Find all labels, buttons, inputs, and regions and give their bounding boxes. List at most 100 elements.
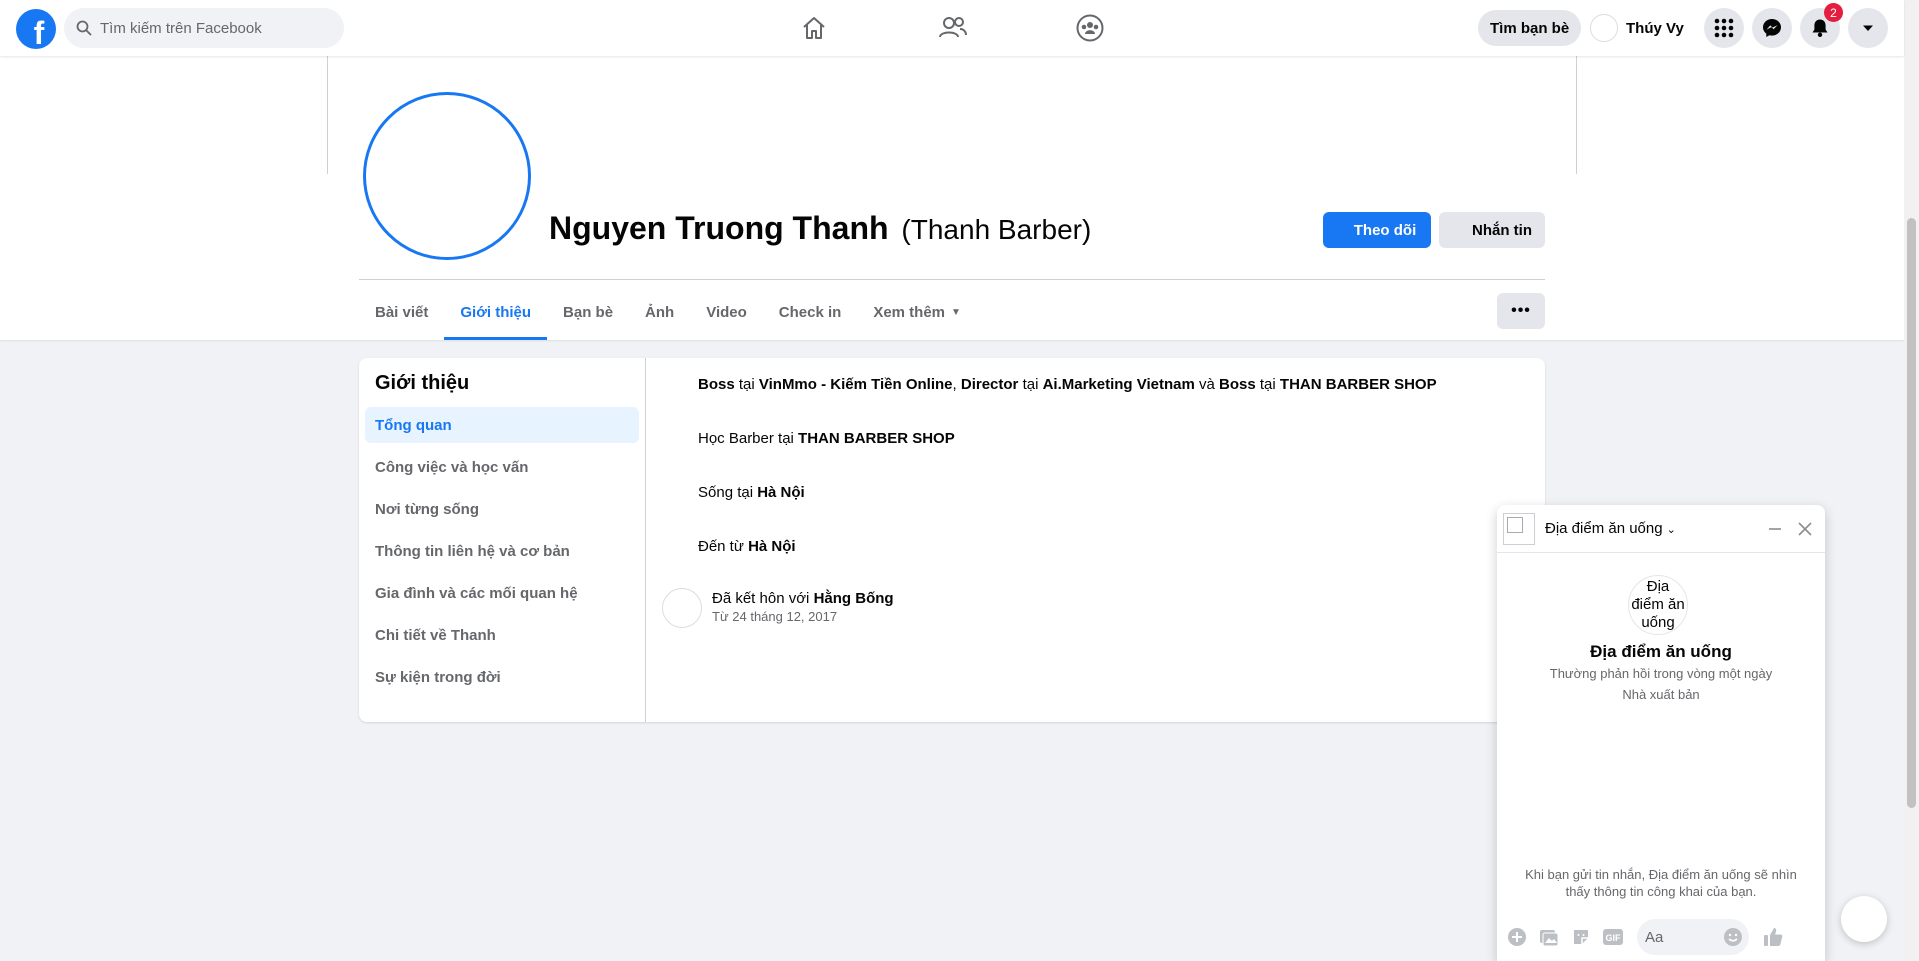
notification-badge: 2: [1824, 3, 1843, 22]
follow-button[interactable]: Theo dõi: [1323, 212, 1431, 248]
about-title: Giới thiệu: [375, 372, 470, 394]
photo-icon: [1540, 930, 1559, 947]
bell-icon: [1812, 19, 1828, 37]
sidebar-item-contact-info[interactable]: Thông tin liên hệ và cơ bản: [365, 533, 639, 569]
page-scrollbar[interactable]: [1904, 0, 1919, 961]
message-input[interactable]: [1645, 928, 1705, 946]
sticker-button[interactable]: [1569, 925, 1593, 949]
avatar: [1590, 14, 1618, 42]
facebook-logo[interactable]: f: [16, 9, 56, 49]
city-link[interactable]: Hà Nội: [757, 484, 805, 501]
gif-icon: GIF: [1603, 929, 1623, 945]
add-attachment-button[interactable]: [1505, 925, 1529, 949]
about-overview: Boss tại VinMmo - Kiếm Tiền Online, Dire…: [646, 358, 1545, 722]
friends-icon: [939, 17, 967, 38]
home-nav-button[interactable]: [794, 8, 834, 48]
tab-check-ins[interactable]: Check in: [763, 284, 858, 340]
groups-icon: [1076, 14, 1104, 42]
top-navigation-bar: f Tìm bạn bè Thúy Vy 2: [0, 0, 1904, 56]
header-divider: [359, 279, 1545, 280]
minimize-chat-button[interactable]: [1763, 517, 1787, 541]
message-input-box[interactable]: [1637, 919, 1749, 955]
user-profile-chip[interactable]: Thúy Vy: [1590, 10, 1684, 46]
job-title[interactable]: Boss: [698, 376, 735, 393]
about-sidebar: Giới thiệu Tổng quan Công việc và học vấ…: [359, 358, 646, 722]
workplace-link[interactable]: VinMmo - Kiếm Tiền Online: [759, 376, 953, 393]
city-link[interactable]: Hà Nội: [748, 538, 796, 555]
like-button[interactable]: [1761, 925, 1785, 949]
chat-page-name[interactable]: Địa điểm ăn uống: [1497, 642, 1825, 662]
avatar[interactable]: [662, 588, 702, 628]
caret-down-icon: ▼: [951, 306, 961, 318]
avatar[interactable]: [1503, 512, 1535, 545]
new-message-button[interactable]: [1841, 896, 1887, 942]
tab-about[interactable]: Giới thiệu: [444, 284, 547, 340]
cover-photo-border: [327, 56, 328, 174]
chat-composer: GIF: [1497, 913, 1825, 961]
sidebar-item-overview[interactable]: Tổng quan: [365, 407, 639, 443]
privacy-notice: Khi bạn gửi tin nhắn, Địa điểm ăn uống s…: [1525, 867, 1797, 899]
notifications-button[interactable]: 2: [1800, 3, 1843, 48]
profile-name: Nguyen Truong Thanh: [549, 210, 889, 246]
job-title[interactable]: Director: [961, 376, 1019, 393]
tab-videos[interactable]: Video: [690, 284, 763, 340]
profile-tabs: Bài viết Giới thiệu Bạn bè Ảnh Video Che…: [359, 284, 977, 340]
chevron-down-icon: ⌄: [1666, 524, 1676, 536]
menu-button[interactable]: [1704, 8, 1744, 48]
about-card: Giới thiệu Tổng quan Công việc và học vấ…: [359, 358, 1545, 722]
sidebar-item-family-relationships[interactable]: Gia đình và các mối quan hệ: [365, 575, 639, 611]
caret-down-icon: [1863, 25, 1873, 31]
attach-photo-button[interactable]: [1537, 925, 1561, 949]
friends-nav-button[interactable]: [933, 8, 973, 48]
chat-window: Địa điểm ăn uống ⌄ Địa điểm ăn uống Địa đ…: [1497, 505, 1825, 961]
sidebar-item-work-education[interactable]: Công việc và học vấn: [365, 449, 639, 485]
current-city-info: Sống tại Hà Nội: [698, 484, 805, 501]
minimize-icon: [1769, 528, 1781, 530]
page-category-text: Nhà xuất bản: [1622, 687, 1700, 702]
gif-button[interactable]: GIF: [1601, 925, 1625, 949]
plus-circle-icon: [1508, 928, 1526, 946]
sidebar-item-life-events[interactable]: Sự kiện trong đời: [365, 659, 639, 695]
workplace-link[interactable]: THAN BARBER SHOP: [1280, 376, 1437, 393]
profile-alternate-name: (Thanh Barber): [901, 214, 1092, 245]
account-menu-button[interactable]: [1848, 8, 1888, 48]
more-options-button[interactable]: •••: [1497, 293, 1545, 329]
message-button[interactable]: Nhắn tin: [1439, 212, 1545, 248]
tab-friends[interactable]: Bạn bè: [547, 284, 629, 340]
chat-title[interactable]: Địa điểm ăn uống ⌄: [1545, 520, 1676, 537]
groups-nav-button[interactable]: [1070, 8, 1110, 48]
emoji-icon[interactable]: [1723, 927, 1743, 947]
tab-photos[interactable]: Ảnh: [629, 284, 690, 340]
scrollbar-thumb[interactable]: [1907, 218, 1916, 808]
search-box[interactable]: [64, 8, 344, 48]
tab-more[interactable]: Xem thêm ▼: [857, 284, 977, 340]
profile-header: Nguyen Truong Thanh (Thanh Barber) Theo …: [0, 56, 1904, 340]
close-chat-button[interactable]: [1793, 517, 1817, 541]
sticker-icon: [1574, 930, 1588, 944]
close-icon: [1798, 522, 1812, 536]
profile-picture[interactable]: [363, 92, 531, 260]
education-info: Học Barber tại THAN BARBER SHOP: [698, 430, 955, 447]
response-time-text: Thường phản hồi trong vòng một ngày: [1549, 666, 1773, 681]
sidebar-item-details[interactable]: Chi tiết về Thanh: [365, 617, 639, 653]
cover-photo-border: [1576, 56, 1577, 174]
chat-header[interactable]: Địa điểm ăn uống ⌄: [1497, 505, 1825, 553]
search-input[interactable]: [100, 19, 320, 37]
partner-link[interactable]: Hằng Bống: [814, 590, 894, 607]
job-title[interactable]: Boss: [1219, 376, 1256, 393]
hometown-info: Đến từ Hà Nội: [698, 538, 796, 555]
tab-posts[interactable]: Bài viết: [359, 284, 444, 340]
user-name: Thúy Vy: [1626, 19, 1684, 37]
workplace-link[interactable]: Ai.Marketing Vietnam: [1043, 376, 1195, 393]
messenger-button[interactable]: [1752, 8, 1792, 48]
home-icon: [803, 17, 825, 39]
relationship-info: Đã kết hôn với Hằng Bống Từ 24 tháng 12,…: [662, 588, 894, 628]
chat-page-avatar[interactable]: Địa điểm ăn uống: [1628, 575, 1688, 635]
school-link[interactable]: THAN BARBER SHOP: [798, 430, 955, 447]
find-friends-button[interactable]: Tìm bạn bè: [1478, 10, 1582, 46]
relationship-date: Từ 24 tháng 12, 2017: [712, 609, 838, 624]
sidebar-item-places-lived[interactable]: Nơi từng sống: [365, 491, 639, 527]
svg-text:GIF: GIF: [1606, 933, 1622, 943]
messenger-icon: [1763, 19, 1781, 37]
search-icon: [76, 20, 92, 36]
